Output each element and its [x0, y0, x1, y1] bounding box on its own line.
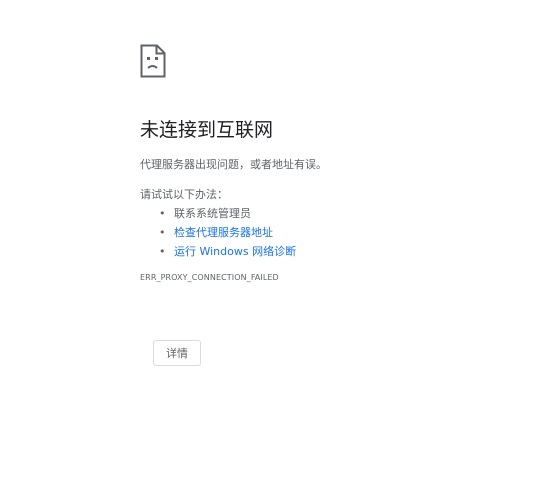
suggestions-title: 请试试以下办法： [140, 188, 228, 201]
suggestions-list: • 联系系统管理员 • 检查代理服务器地址 • 运行 Windows 网络诊断 [140, 204, 520, 261]
network-diagnostics-link[interactable]: 运行 Windows 网络诊断 [160, 245, 296, 258]
sad-page-icon [140, 44, 166, 78]
error-code: ERR_PROXY_CONNECTION_FAILED [140, 273, 279, 282]
suggestion-label: 联系系统管理员 [174, 207, 251, 220]
bullet-icon: • [159, 207, 166, 220]
suggestion-run-diagnostics[interactable]: • 运行 Windows 网络诊断 [159, 242, 520, 261]
bullet-icon: • [159, 245, 166, 258]
suggestion-contact-admin: • 联系系统管理员 [159, 204, 520, 223]
error-content: 未连接到互联网 代理服务器出现问题，或者地址有误。 请试试以下办法： • 联系系… [140, 44, 520, 284]
page-title: 未连接到互联网 [140, 119, 274, 141]
suggestion-check-proxy[interactable]: • 检查代理服务器地址 [159, 223, 520, 242]
check-proxy-link[interactable]: 检查代理服务器地址 [160, 226, 273, 239]
bullet-icon: • [159, 226, 166, 239]
details-button[interactable]: 详情 [153, 340, 201, 366]
error-description: 代理服务器出现问题，或者地址有误。 [140, 158, 327, 171]
